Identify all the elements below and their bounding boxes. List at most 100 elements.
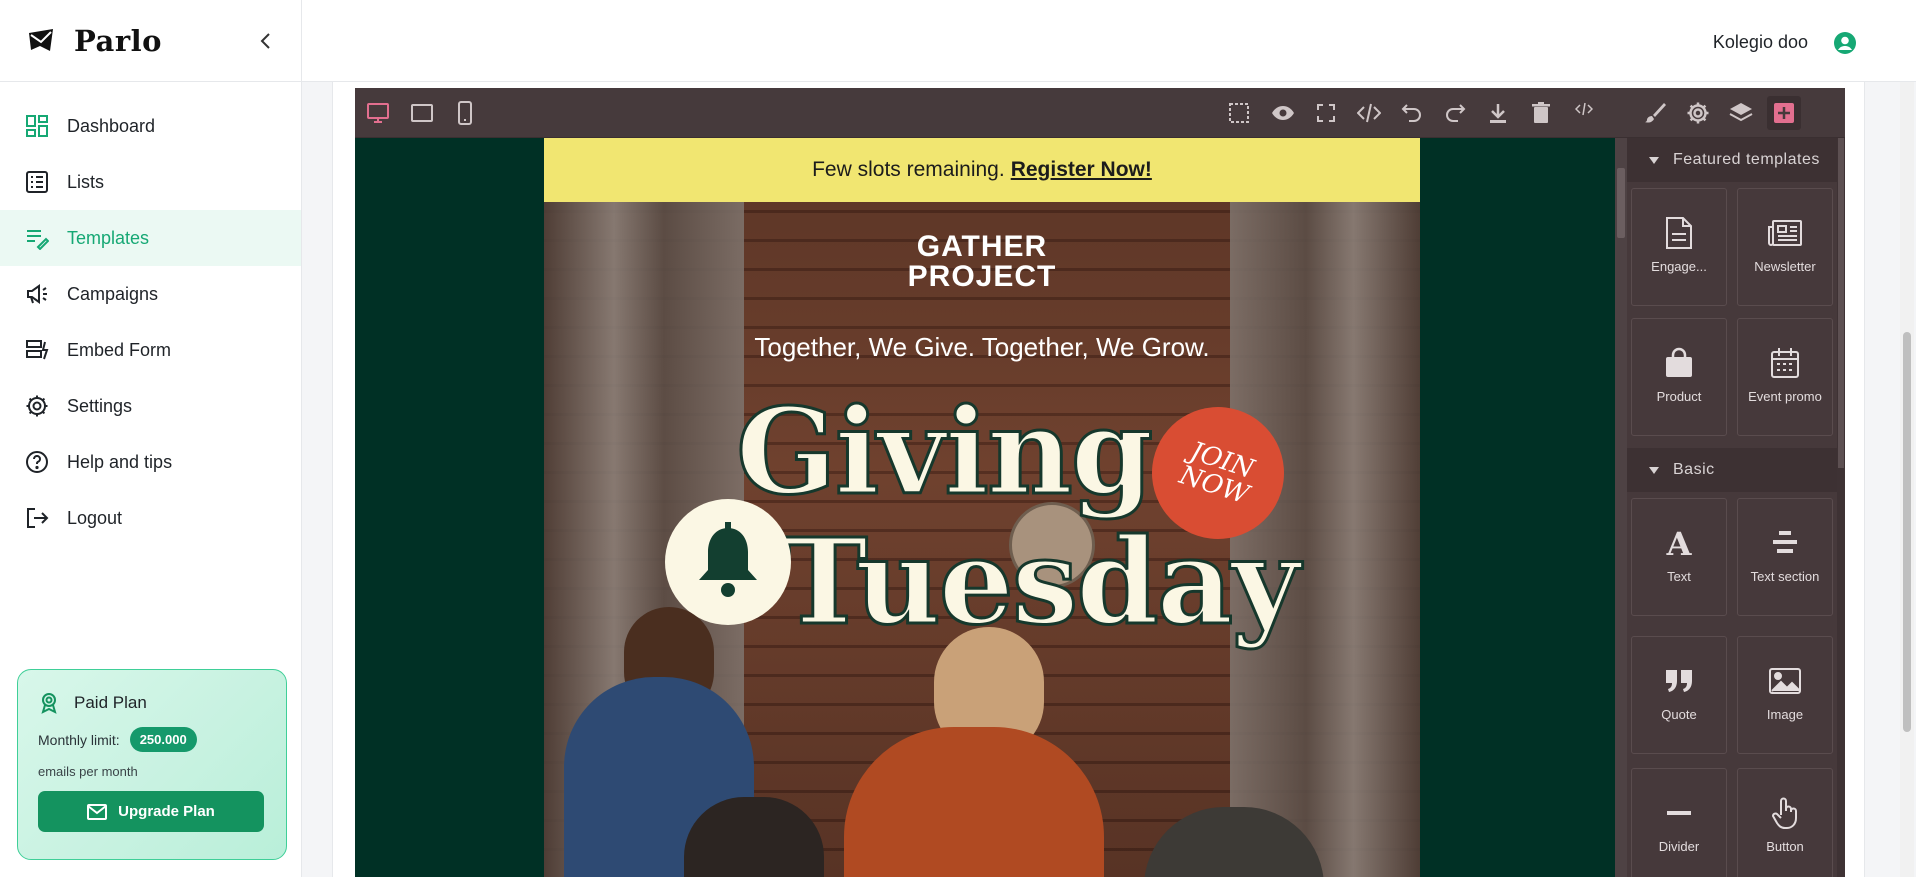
download-button[interactable] bbox=[1481, 96, 1515, 130]
desktop-view-button[interactable] bbox=[361, 96, 395, 130]
sidebar-item-embed-form[interactable]: Embed Form bbox=[0, 322, 301, 378]
block-text[interactable]: A Text bbox=[1631, 498, 1727, 616]
redo-icon bbox=[1446, 104, 1466, 122]
desktop-icon bbox=[367, 103, 389, 123]
layer-manager-button[interactable] bbox=[1724, 96, 1758, 130]
top-header: Kolegio doo bbox=[302, 0, 1916, 82]
code-icon bbox=[1357, 103, 1381, 123]
undo-icon bbox=[1401, 104, 1421, 122]
mobile-view-button[interactable] bbox=[448, 96, 482, 130]
user-avatar-icon[interactable] bbox=[1833, 31, 1857, 55]
dashed-square-icon bbox=[1229, 103, 1249, 123]
document-icon bbox=[1661, 215, 1697, 251]
fullscreen-icon bbox=[1317, 104, 1335, 122]
user-name[interactable]: Kolegio doo bbox=[1713, 32, 1808, 53]
sidebar-item-settings[interactable]: Settings bbox=[0, 378, 301, 434]
parlo-logo-icon[interactable] bbox=[26, 26, 56, 56]
sidebar-item-campaigns[interactable]: Campaigns bbox=[0, 266, 301, 322]
basic-title: Basic bbox=[1673, 461, 1715, 478]
plan-limit-badge: 250.000 bbox=[129, 727, 197, 752]
plan-title-text: Paid Plan bbox=[74, 693, 147, 712]
upgrade-plan-button[interactable]: Upgrade Plan bbox=[38, 791, 264, 832]
divider-icon bbox=[1661, 795, 1697, 831]
sidebar-item-label: Embed Form bbox=[67, 339, 172, 360]
sidebar-item-label: Campaigns bbox=[67, 283, 159, 304]
block-product[interactable]: Product bbox=[1631, 318, 1727, 436]
newspaper-icon bbox=[1767, 215, 1803, 251]
block-text-section[interactable]: Text section bbox=[1737, 498, 1833, 616]
block-newsletter[interactable]: Newsletter bbox=[1737, 188, 1833, 306]
block-quote[interactable]: Quote bbox=[1631, 636, 1727, 754]
sidebar-item-lists[interactable]: Lists bbox=[0, 154, 301, 210]
import-code-button[interactable] bbox=[1567, 92, 1601, 126]
undo-button[interactable] bbox=[1395, 96, 1429, 130]
logout-icon bbox=[24, 505, 50, 531]
delete-button[interactable] bbox=[1524, 96, 1558, 130]
style-manager-button[interactable] bbox=[1638, 96, 1672, 130]
gear-icon bbox=[24, 393, 50, 419]
trash-icon bbox=[1532, 102, 1550, 123]
caret-down-icon bbox=[1649, 466, 1659, 474]
fullscreen-button[interactable] bbox=[1309, 96, 1343, 130]
basic-header[interactable]: Basic bbox=[1627, 448, 1837, 492]
logo-line-2: PROJECT bbox=[907, 260, 1057, 293]
image-icon bbox=[1767, 663, 1803, 699]
collapse-sidebar-chevron-icon[interactable] bbox=[255, 30, 275, 52]
content-panel: Few slots remaining. Register Now! GATHE… bbox=[332, 82, 1865, 877]
headline-giving: Giving bbox=[734, 381, 1154, 523]
sidebar-item-help[interactable]: Help and tips bbox=[0, 434, 301, 490]
email-preview[interactable]: Few slots remaining. Register Now! GATHE… bbox=[544, 138, 1420, 877]
sidebar-item-label: Lists bbox=[67, 171, 105, 192]
sidebar-item-templates[interactable]: Templates bbox=[0, 210, 301, 266]
sidebar-item-logout[interactable]: Logout bbox=[0, 490, 301, 546]
featured-templates-title: Featured templates bbox=[1673, 151, 1820, 168]
canvas-scrollbar[interactable] bbox=[1615, 138, 1627, 877]
add-block-icon bbox=[1774, 103, 1794, 123]
sidebar-item-label: Help and tips bbox=[67, 451, 173, 472]
register-now-link[interactable]: Register Now! bbox=[1011, 158, 1152, 182]
gear-icon bbox=[1687, 102, 1709, 124]
email-hero-image[interactable]: GATHER PROJECT Together, We Give. Togeth… bbox=[544, 202, 1420, 877]
block-button[interactable]: Button bbox=[1737, 768, 1833, 877]
megaphone-icon bbox=[24, 281, 50, 307]
sidebar-item-dashboard[interactable]: Dashboard bbox=[0, 98, 301, 154]
paintbrush-icon bbox=[1645, 103, 1666, 123]
featured-templates-header[interactable]: Featured templates bbox=[1627, 138, 1837, 182]
banner-text: Few slots remaining. bbox=[812, 158, 1005, 181]
blocks-panel-scrollbar[interactable] bbox=[1837, 138, 1845, 877]
open-blocks-button[interactable] bbox=[1767, 96, 1801, 130]
tablet-view-button[interactable] bbox=[405, 96, 439, 130]
select-outline-button[interactable] bbox=[1222, 96, 1256, 130]
quote-icon bbox=[1661, 663, 1697, 699]
block-label: Text bbox=[1667, 569, 1691, 584]
hero-people bbox=[544, 607, 1420, 877]
gather-project-logo: GATHER PROJECT bbox=[544, 232, 1420, 292]
preview-button[interactable] bbox=[1266, 96, 1300, 130]
block-label: Divider bbox=[1658, 839, 1700, 854]
block-label: Product bbox=[1656, 389, 1702, 404]
plan-limit: Monthly limit: 250.000 bbox=[38, 727, 266, 752]
block-event-promo[interactable]: Event promo bbox=[1737, 318, 1833, 436]
editor-canvas[interactable]: Few slots remaining. Register Now! GATHE… bbox=[355, 138, 1615, 877]
brand-name[interactable]: Parlo bbox=[74, 24, 162, 58]
mail-icon bbox=[87, 803, 108, 820]
templates-icon bbox=[24, 225, 50, 251]
redo-button[interactable] bbox=[1438, 96, 1472, 130]
view-code-button[interactable] bbox=[1352, 96, 1386, 130]
editor-toolbar bbox=[355, 88, 1845, 138]
block-divider[interactable]: Divider bbox=[1631, 768, 1727, 877]
block-label: Newsletter bbox=[1754, 259, 1816, 274]
blocks-panel: Featured templates Engage... Newsletter bbox=[1627, 138, 1845, 877]
sidebar-item-label: Templates bbox=[67, 227, 150, 248]
block-engage[interactable]: Engage... bbox=[1631, 188, 1727, 306]
tablet-icon bbox=[411, 104, 433, 122]
block-label: Quote bbox=[1661, 707, 1697, 722]
mobile-icon bbox=[458, 101, 472, 125]
email-banner[interactable]: Few slots remaining. Register Now! bbox=[544, 138, 1420, 202]
trait-settings-button[interactable] bbox=[1681, 96, 1715, 130]
badge-award-icon bbox=[38, 692, 60, 714]
main-area: Few slots remaining. Register Now! GATHE… bbox=[302, 82, 1916, 877]
list-icon bbox=[24, 169, 50, 195]
main-scrollbar[interactable] bbox=[1900, 82, 1914, 877]
block-image[interactable]: Image bbox=[1737, 636, 1833, 754]
